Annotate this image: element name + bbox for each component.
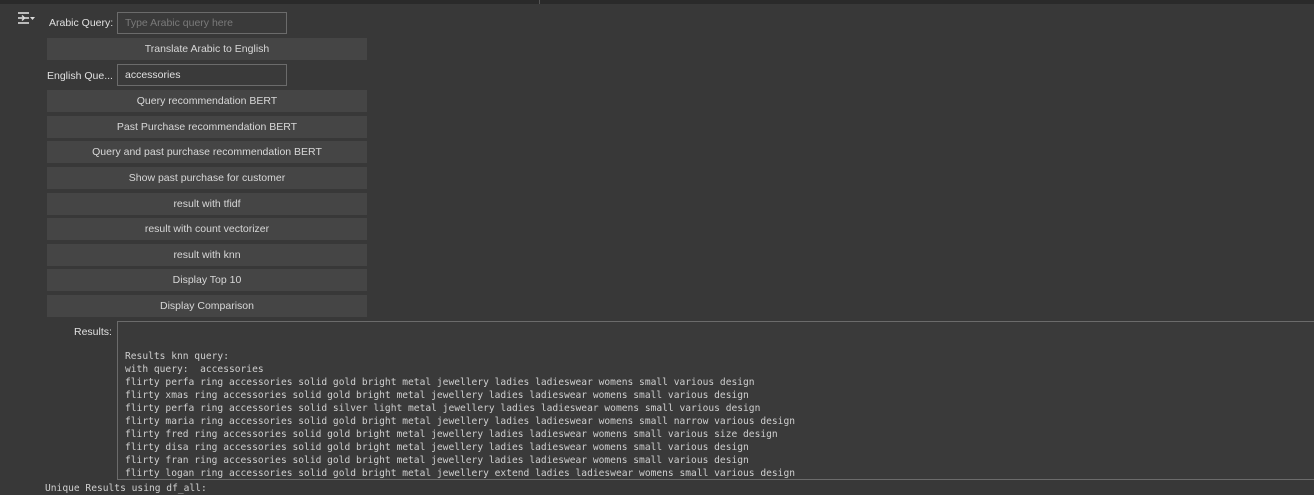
query-past-purchase-bert-button[interactable]: Query and past purchase recommendation B… [47,141,367,163]
show-past-purchase-button[interactable]: Show past purchase for customer [47,167,367,189]
english-query-input[interactable] [117,64,287,86]
results-line: flirty fred ring accessories solid gold … [125,429,778,440]
output-toggle-icon[interactable] [16,10,36,28]
result-knn-button[interactable]: result with knn [47,244,367,266]
results-line: flirty maria ring accessories solid gold… [125,416,796,427]
results-line: flirty logan ring accessories solid gold… [125,468,796,479]
top-bar-divider [539,0,540,4]
results-line: flirty perfa ring accessories solid gold… [125,377,755,388]
result-tfidf-button[interactable]: result with tfidf [47,193,367,215]
output-text: Unique Results using df_all: [45,483,207,494]
results-line: flirty perfa ring accessories solid silv… [125,403,761,414]
results-line: with query: accessories [125,364,264,375]
results-line: flirty disa ring accessories solid gold … [125,442,749,453]
translate-button[interactable]: Translate Arabic to English [47,38,367,60]
results-line: flirty fran ring accessories solid gold … [125,455,749,466]
english-query-label: English Que... [47,70,113,82]
result-count-vectorizer-button[interactable]: result with count vectorizer [47,218,367,240]
results-label: Results: [74,326,112,338]
results-line: flirty xmas ring accessories solid gold … [125,390,749,401]
display-top10-button[interactable]: Display Top 10 [47,269,367,291]
past-purchase-bert-button[interactable]: Past Purchase recommendation BERT [47,116,367,138]
arabic-query-input[interactable] [117,12,287,34]
query-bert-button[interactable]: Query recommendation BERT [47,90,367,112]
results-textarea[interactable]: Results knn query: with query: accessori… [117,321,1314,480]
top-bar [0,0,1314,4]
arabic-query-label: Arabic Query: [49,17,114,29]
results-line: Results knn query: [125,351,229,362]
display-comparison-button[interactable]: Display Comparison [47,295,367,317]
